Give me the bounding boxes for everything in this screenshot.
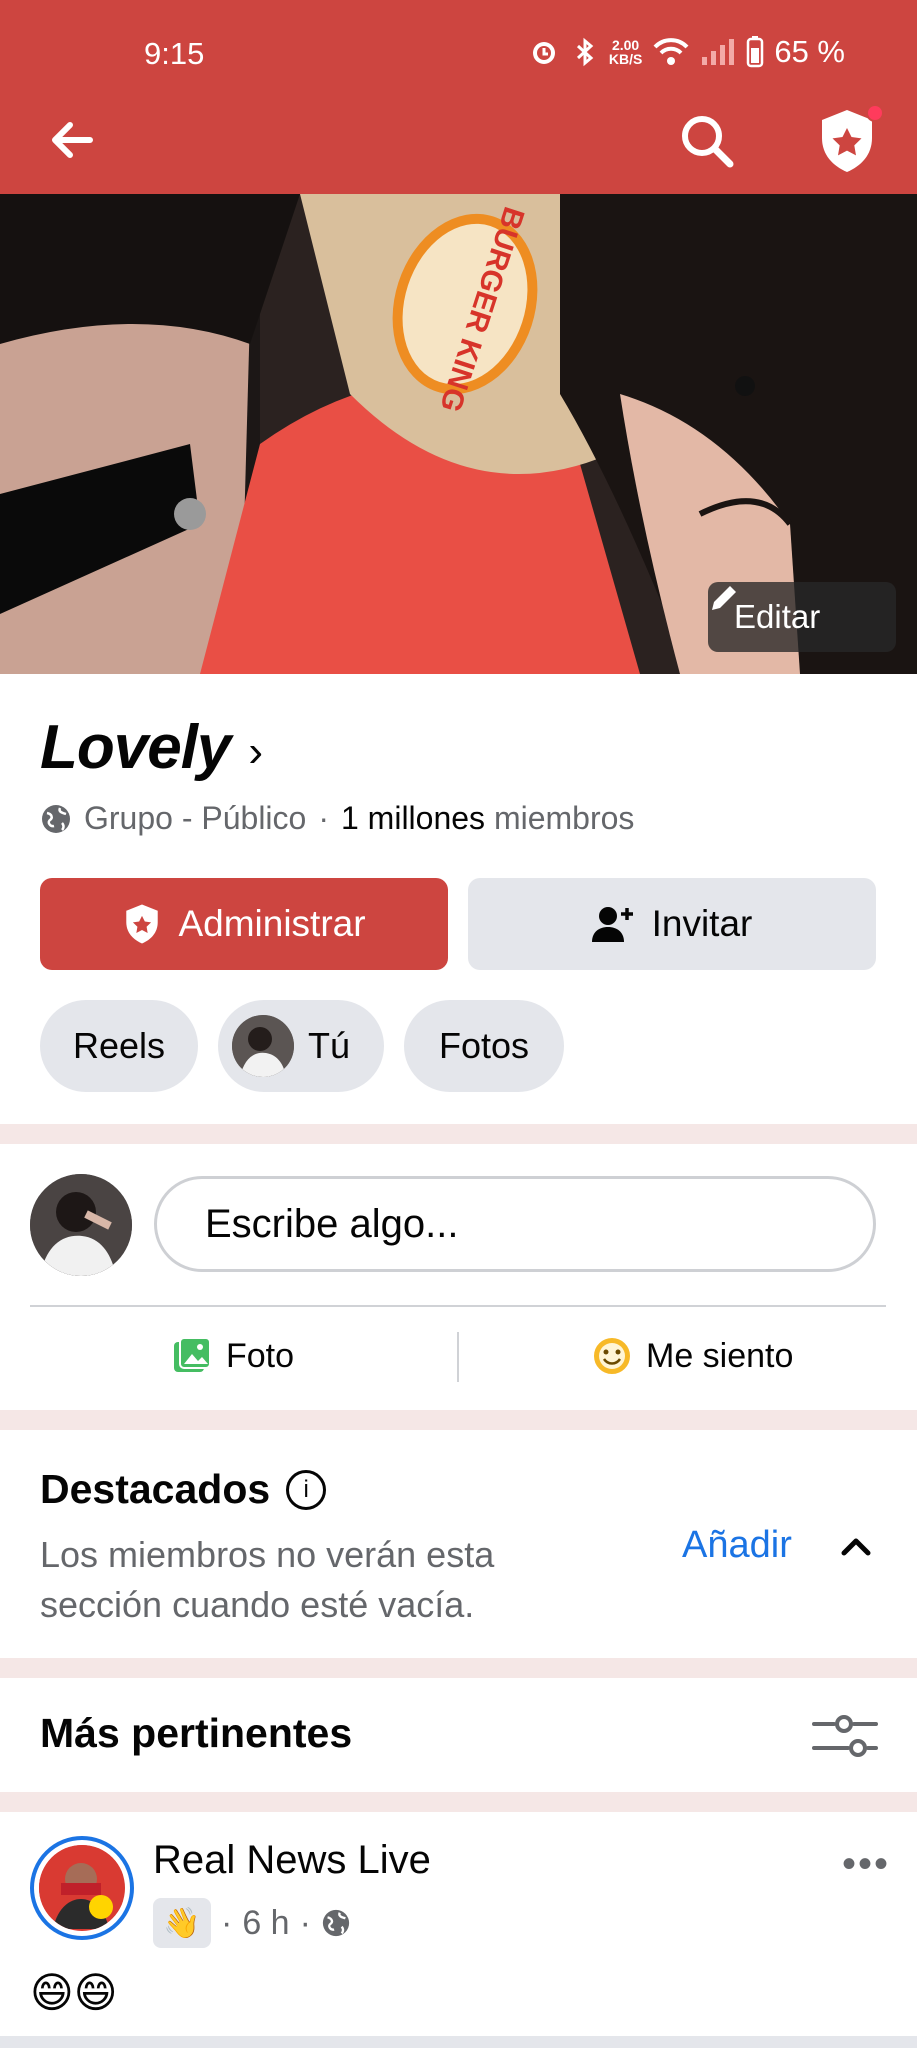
feeling-action[interactable]: Me siento: [592, 1330, 793, 1382]
globe-icon: [42, 804, 70, 833]
status-time: 9:15: [144, 36, 205, 71]
post-author-avatar[interactable]: [30, 1836, 134, 1940]
chip-reels[interactable]: Reels: [40, 1000, 198, 1092]
chip-reels-label: Reels: [72, 1025, 166, 1066]
composer-divider: [30, 1305, 886, 1307]
manage-button[interactable]: Administrar: [40, 878, 448, 970]
wave-icon: 👋: [153, 1898, 211, 1948]
cover-photo: BURGER KING Editar: [0, 194, 917, 674]
composer-input[interactable]: Escribe algo...: [154, 1176, 876, 1272]
group-privacy: Grupo - Público: [84, 800, 307, 836]
members-word: miembros: [493, 800, 635, 836]
notification-dot: [866, 104, 884, 122]
featured-description: Los miembros no verán esta sección cuand…: [40, 1534, 495, 1625]
alarm-icon: [532, 42, 555, 64]
post-author-name[interactable]: Real News Live: [153, 1838, 431, 1883]
net-speed: 2.00 KB/S: [608, 37, 643, 67]
manage-label: Administrar: [178, 903, 366, 944]
bluetooth-icon: [576, 37, 594, 67]
edit-cover-button[interactable]: Editar: [708, 582, 896, 652]
battery-level: 65 %: [774, 34, 845, 69]
chip-you-label: Tú: [308, 1025, 351, 1066]
filter-sliders-icon[interactable]: [812, 1710, 878, 1762]
avatar: [232, 1015, 294, 1077]
globe-icon: [322, 1909, 350, 1937]
photo-action[interactable]: Foto: [172, 1330, 294, 1382]
info-icon[interactable]: i: [286, 1469, 327, 1510]
section-divider: [0, 1124, 917, 1144]
meta-dot: ·: [221, 1903, 233, 1942]
pencil-icon: [712, 586, 736, 610]
group-meta: Grupo - Público · 1 millones miembros: [40, 800, 634, 837]
chip-photos[interactable]: Fotos: [404, 1000, 564, 1092]
user-avatar[interactable]: [30, 1174, 132, 1276]
top-bar: 9:15 2.00 KB/S 65 %: [0, 0, 917, 194]
wifi-icon: [653, 38, 689, 65]
invite-button[interactable]: Invitar: [468, 878, 876, 970]
chip-you[interactable]: Tú: [218, 1000, 384, 1092]
chip-photos-label: Fotos: [438, 1025, 530, 1066]
nav-bar: [0, 100, 917, 180]
post-text: 😄😄: [30, 1969, 118, 2016]
edit-cover-label: Editar: [734, 598, 821, 635]
section-divider: [0, 1792, 917, 1812]
meta-dot: ·: [318, 800, 329, 836]
group-title-row[interactable]: Lovely ›: [40, 712, 263, 783]
featured-add-link[interactable]: Añadir: [682, 1524, 792, 1567]
sort-title[interactable]: Más pertinentes: [40, 1710, 352, 1757]
section-divider: [0, 1658, 917, 1678]
meta-dot: ·: [299, 1903, 311, 1942]
invite-label: Invitar: [651, 903, 753, 944]
add-person-icon: [591, 907, 633, 942]
photo-icon: [174, 1337, 211, 1372]
back-arrow-icon[interactable]: [44, 112, 100, 168]
featured-title: Destacados: [40, 1466, 271, 1512]
chevron-right-icon: ›: [248, 726, 264, 776]
featured-title-row: Destacados i: [40, 1466, 327, 1513]
signal-icon: [702, 39, 735, 65]
action-divider: [457, 1332, 459, 1382]
post-more-button[interactable]: •••: [842, 1842, 890, 1887]
composer-placeholder: Escribe algo...: [205, 1201, 459, 1246]
admin-shield-icon: [126, 904, 159, 944]
group-name: Lovely: [40, 713, 231, 782]
smile-icon: [594, 1338, 630, 1374]
battery-icon: [747, 36, 764, 68]
members-count: 1 millones: [340, 800, 486, 836]
search-icon[interactable]: [676, 110, 738, 172]
photo-label: Foto: [226, 1336, 295, 1375]
chevron-up-icon[interactable]: [836, 1526, 876, 1566]
section-divider: [0, 1410, 917, 1430]
status-bar: 9:15 2.00 KB/S 65 %: [0, 30, 917, 80]
section-divider: [0, 2036, 917, 2048]
status-icons: 2.00 KB/S 65 %: [529, 34, 845, 70]
post-meta: 👋 · 6 h ·: [153, 1898, 351, 1948]
post-time[interactable]: 6 h: [242, 1904, 289, 1943]
feeling-label: Me siento: [646, 1336, 794, 1375]
